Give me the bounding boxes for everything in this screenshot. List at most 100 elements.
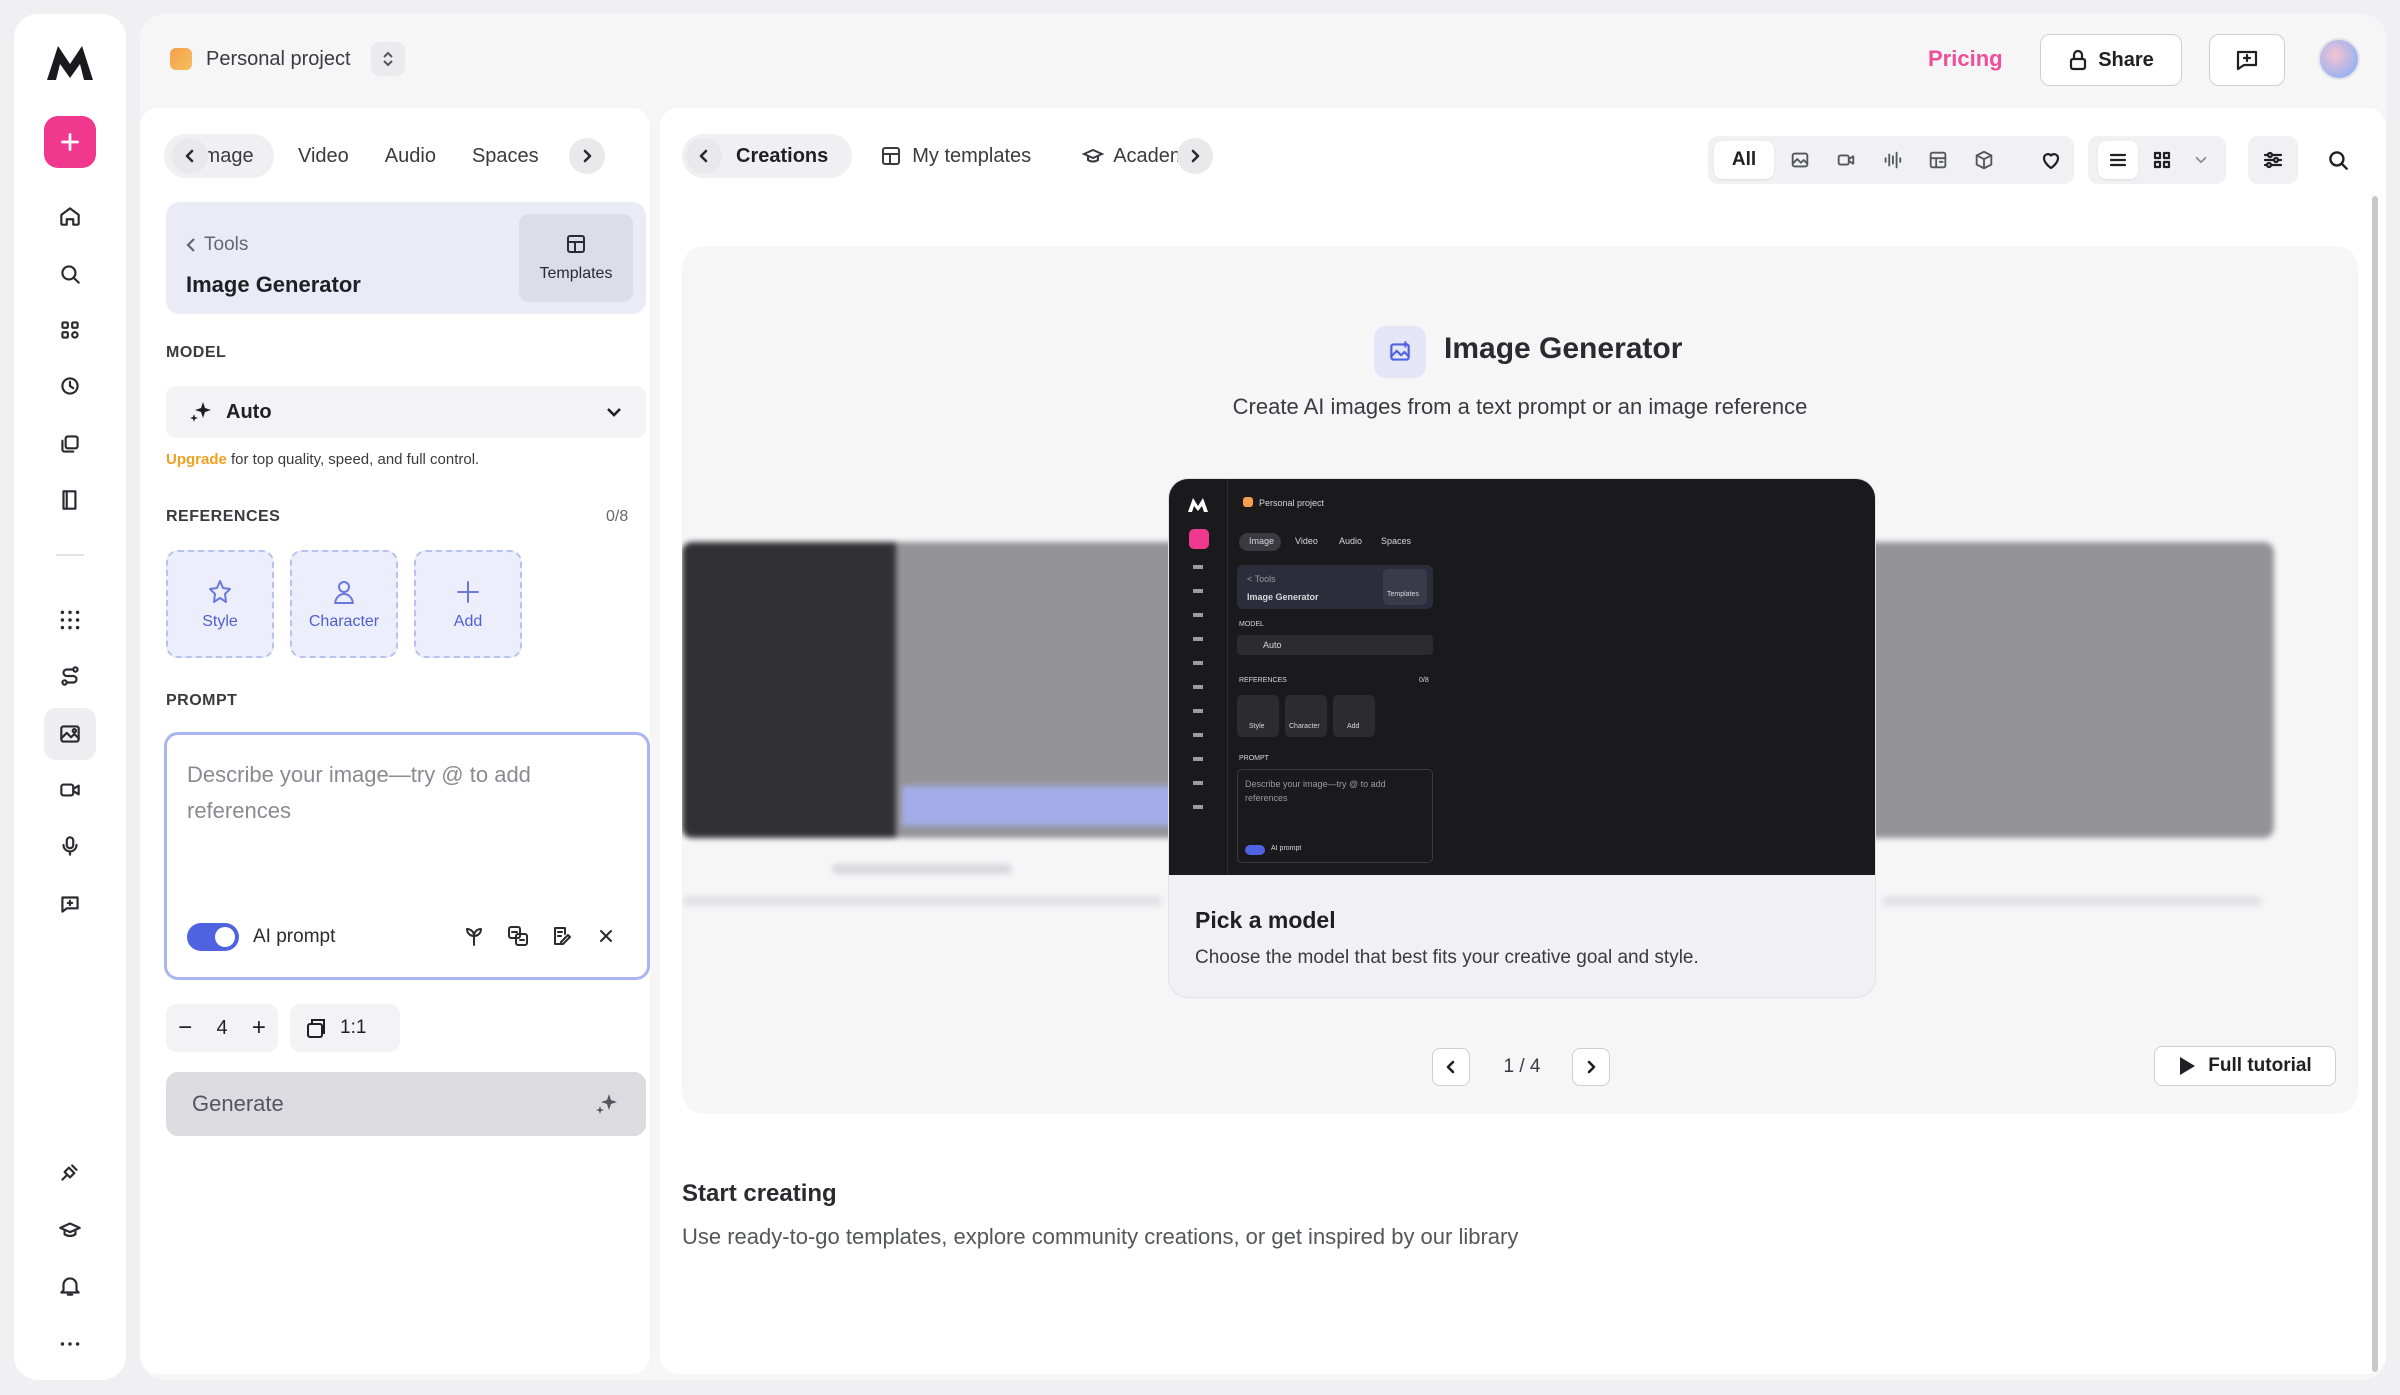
tutorial-hero: Image Generator Create AI images from a … — [682, 246, 2358, 1114]
heart-icon — [2042, 153, 2060, 170]
share-button[interactable]: Share — [2040, 34, 2182, 86]
search-icon[interactable] — [44, 248, 96, 300]
content-scrollbar[interactable] — [2372, 196, 2378, 1372]
feedback-button[interactable] — [2209, 34, 2285, 86]
layers-icon[interactable] — [44, 418, 96, 470]
feedback-chat-icon — [2236, 50, 2258, 71]
tab-creations[interactable]: Creations — [682, 134, 853, 178]
add-icon — [457, 581, 479, 603]
generate-button[interactable]: Generate — [166, 1072, 646, 1136]
prompt-box[interactable]: Describe your image—try @ to add referen… — [164, 732, 650, 980]
workflow-icon[interactable] — [44, 650, 96, 702]
tools-back-link[interactable]: Tools — [186, 234, 248, 256]
rail-divider — [56, 554, 84, 556]
app-rail — [14, 14, 126, 1380]
seedling-icon[interactable] — [459, 921, 489, 951]
project-color-dot — [170, 48, 192, 70]
slide-prev-button[interactable] — [1432, 1048, 1470, 1086]
mini-prompt-label: PROMPT — [1239, 755, 1269, 762]
increment-icon[interactable]: + — [252, 1014, 266, 1042]
app-logo[interactable] — [44, 42, 96, 82]
filter-image-icon[interactable] — [1780, 141, 1820, 179]
edit-prompt-icon[interactable] — [547, 921, 577, 951]
content-tabs-scroll-right-icon[interactable] — [1177, 138, 1214, 174]
content-tabs-scroll-left-icon[interactable] — [686, 138, 722, 174]
filter-audio-icon[interactable] — [1872, 141, 1912, 179]
reference-slot-style[interactable]: Style — [166, 550, 274, 658]
image-generator-icon[interactable] — [44, 708, 96, 760]
plugin-icon[interactable] — [44, 1146, 96, 1198]
tabs-scroll-right-icon[interactable] — [568, 138, 605, 174]
academy-icon[interactable] — [44, 1204, 96, 1256]
slide-title: Pick a model — [1195, 907, 1336, 933]
prompt-input[interactable]: Describe your image—try @ to add referen… — [187, 757, 607, 829]
tab-audio[interactable]: Audio — [385, 145, 436, 168]
start-creating-subtitle: Use ready-to-go templates, explore commu… — [682, 1224, 1519, 1249]
ai-prompt-label: AI prompt — [253, 926, 336, 947]
chevron-right-icon — [1587, 1060, 1596, 1074]
hero-title: Image Generator — [1444, 332, 1683, 365]
filter-settings-button[interactable] — [2248, 136, 2298, 184]
tabs-scroll-left-icon[interactable] — [172, 138, 208, 174]
model-select[interactable]: Auto — [166, 386, 646, 438]
pricing-link[interactable]: Pricing — [1928, 46, 2003, 72]
share-label: Share — [2098, 48, 2154, 71]
lock-icon — [2070, 49, 2087, 71]
project-switcher[interactable]: Personal project — [170, 36, 405, 82]
more-options-icon[interactable] — [44, 1318, 96, 1370]
mini-model-label: MODEL — [1239, 621, 1264, 628]
tab-image[interactable]: Image — [164, 134, 274, 178]
aspect-ratio-value: 1:1 — [340, 1017, 367, 1038]
aspect-ratio-select[interactable]: 1:1 — [290, 1004, 400, 1052]
video-icon[interactable] — [44, 764, 96, 816]
tab-my-templates-label: My templates — [912, 144, 1032, 167]
slide-description: Choose the model that best fits your cre… — [1195, 947, 1699, 968]
tab-my-templates[interactable]: My templates — [880, 145, 1031, 168]
grid-view-icon[interactable] — [2142, 141, 2182, 179]
upgrade-link[interactable]: Upgrade — [166, 451, 227, 468]
full-tutorial-button[interactable]: Full tutorial — [2154, 1046, 2336, 1086]
translate-icon[interactable] — [503, 921, 533, 951]
mini-refs-count: 0/8 — [1419, 677, 1429, 684]
filter-board-icon[interactable] — [1918, 141, 1958, 179]
tutorial-slide-card[interactable]: Personal project Image Video Audio Space… — [1168, 478, 1876, 998]
microphone-icon[interactable] — [44, 820, 96, 872]
notifications-bell-icon[interactable] — [44, 1260, 96, 1312]
apps-icon[interactable] — [44, 304, 96, 356]
sliders-icon — [2263, 151, 2283, 169]
favorites-button[interactable] — [2028, 136, 2074, 184]
mini-templates: Templates — [1387, 591, 1419, 598]
templates-button[interactable]: Templates — [519, 214, 633, 302]
reference-slot-character[interactable]: Character — [290, 550, 398, 658]
tab-video[interactable]: Video — [298, 145, 349, 168]
ai-prompt-toggle[interactable] — [187, 923, 239, 951]
project-toggle-icon[interactable] — [370, 42, 405, 76]
history-icon[interactable] — [44, 360, 96, 412]
tab-spaces[interactable]: Spaces — [472, 145, 539, 168]
library-icon[interactable] — [44, 474, 96, 526]
tab-academy[interactable]: Academy — [1081, 144, 1191, 168]
clear-prompt-icon[interactable] — [591, 921, 621, 951]
new-plus-button[interactable] — [44, 116, 96, 168]
generate-label: Generate — [192, 1091, 284, 1116]
decrement-icon[interactable]: − — [178, 1014, 192, 1042]
filter-video-icon[interactable] — [1826, 141, 1866, 179]
view-options-chevron-icon[interactable] — [2186, 151, 2216, 169]
tab-creations-label: Creations — [736, 144, 829, 167]
content-search-icon[interactable] — [2314, 136, 2362, 184]
upgrade-text: for top quality, speed, and full control… — [226, 451, 480, 468]
image-count-stepper[interactable]: − 4 + — [166, 1004, 278, 1052]
filter-all[interactable]: All — [1714, 141, 1774, 179]
filter-3d-icon[interactable] — [1964, 141, 2004, 179]
templates-icon — [567, 235, 585, 253]
home-icon[interactable] — [44, 190, 96, 242]
content-tabs: Creations My templates Academy — [682, 134, 1222, 178]
reference-slot-add[interactable]: Add — [414, 550, 522, 658]
list-view-icon[interactable] — [2098, 141, 2138, 179]
grid-icon[interactable] — [44, 594, 96, 646]
academy-icon — [1081, 148, 1105, 163]
tutorial-screenshot: Personal project Image Video Audio Space… — [1169, 479, 1875, 875]
slide-next-button[interactable] — [1572, 1048, 1610, 1086]
user-avatar[interactable] — [2318, 38, 2360, 80]
feedback-chat-icon[interactable] — [44, 878, 96, 930]
